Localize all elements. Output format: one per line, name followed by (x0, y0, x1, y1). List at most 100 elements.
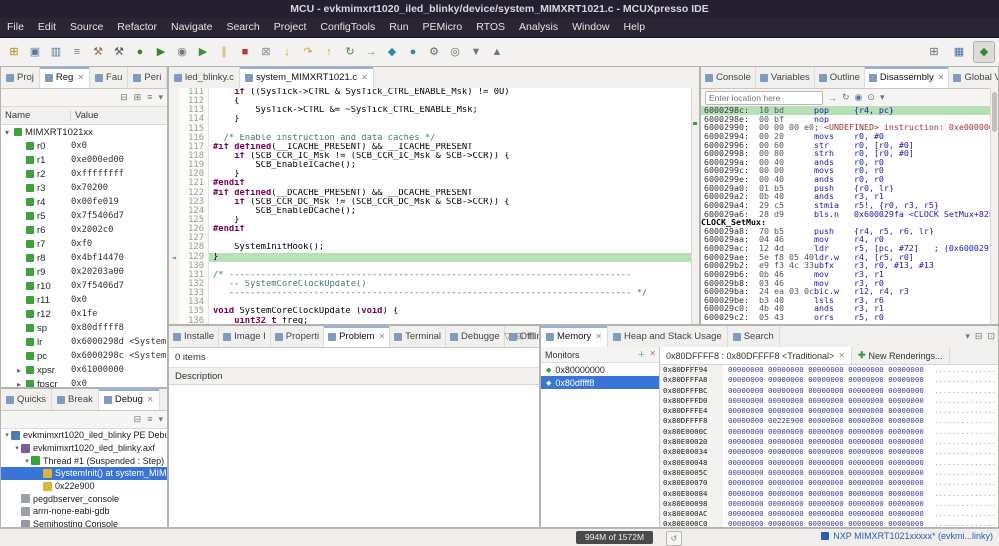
memory-row[interactable]: 0x80DFFFE4 00000000 00000000 00000000 00… (660, 406, 998, 417)
debug-tree-item[interactable]: 0x22e900 (1, 480, 167, 493)
debug-tree-item[interactable]: ▾ Thread #1 (Suspended : Step) (1, 454, 167, 467)
view-tab[interactable]: Memory ✕ (541, 326, 609, 347)
code-line[interactable]: 116 /* Enable instruction and data cache… (169, 133, 699, 143)
menu-item[interactable]: Refactor (110, 18, 164, 37)
expand-arrow[interactable]: ▸ (15, 366, 23, 375)
view-tab[interactable]: Break ✕ (52, 389, 99, 410)
memory-row[interactable]: 0x80DFFFF8 00000000 0022E900 00000000 00… (660, 416, 998, 427)
maximize-icon[interactable]: ⊡ (528, 331, 536, 342)
menu-item[interactable]: RTOS (469, 18, 512, 37)
close-icon[interactable]: ✕ (838, 351, 845, 360)
menu-item[interactable]: ConfigTools (313, 18, 382, 37)
code-line[interactable]: 117 #if defined(__ICACHE_PRESENT) && __I… (169, 142, 699, 152)
view-tab[interactable]: Problem ✕ (324, 326, 391, 347)
description-column-header[interactable]: Description (169, 367, 539, 385)
add-monitor-icon[interactable]: ＋ (637, 349, 645, 360)
view-tab[interactable]: Outline ✕ (815, 67, 865, 88)
menu-item[interactable]: Window (565, 18, 616, 37)
register-row[interactable]: lr 0x6000298d <SystemI (1, 335, 167, 349)
step-return-button[interactable]: ↑ (319, 42, 339, 62)
memory-words[interactable]: 00000000 00000000 00000000 00000000 0000… (723, 458, 934, 468)
step-into-button[interactable]: ↓ (277, 42, 297, 62)
memory-words[interactable]: 00000000 00000000 00000000 00000000 0000… (723, 499, 934, 509)
new-renderings-tab[interactable]: ✚ New Renderings... (852, 347, 950, 364)
memory-row[interactable]: 0x80E00070 00000000 00000000 00000000 00… (660, 478, 998, 489)
expand-arrow[interactable]: ▾ (3, 128, 11, 137)
register-row[interactable]: r10 0x7f5406d7 (1, 279, 167, 293)
register-row[interactable]: ▸ xpsr 0x61000000 (1, 363, 167, 377)
expand-arrow[interactable]: ▾ (23, 457, 31, 465)
memory-words[interactable]: 00000000 00000000 00000000 00000000 0000… (723, 386, 934, 396)
view-tab[interactable]: Reg ✕ (39, 67, 91, 88)
view-tab[interactable]: Properti ✕ (271, 326, 325, 347)
view-tab[interactable]: Debug ✕ (98, 389, 160, 410)
target-link[interactable]: NXP MIMXRT1021xxxxx* (evkmi...linky) (821, 531, 993, 541)
code-line[interactable]: 113 SysTick->CTRL &= ~SysTick_CTRL_ENABL… (169, 106, 699, 116)
view-tab[interactable]: Quicks ✕ (1, 389, 53, 410)
register-row[interactable]: sp 0x80dffff8 (1, 321, 167, 335)
view-menu-icon[interactable]: ▾ (880, 92, 885, 103)
search-button[interactable]: ◎ (445, 42, 465, 62)
settings-gear-button[interactable]: ⚙ (424, 42, 444, 62)
view-menu-icon[interactable]: ▾ (965, 331, 970, 342)
code-line[interactable]: 129 } (169, 252, 699, 262)
menu-item[interactable]: PEMicro (416, 18, 470, 37)
code-line[interactable]: 114 } (169, 115, 699, 125)
resume-button[interactable]: ▶ (193, 42, 213, 62)
code-line[interactable]: 127 (169, 234, 699, 244)
disassembly-listing[interactable]: 6000298c: 10 bd pop {r4, pc} 6000298e: 0… (701, 106, 998, 324)
close-icon[interactable]: ✕ (595, 332, 602, 341)
disconnect-button[interactable]: ⊠ (256, 42, 276, 62)
register-row[interactable]: r12 0x1fe (1, 307, 167, 321)
register-row[interactable]: r2 0xffffffff (1, 167, 167, 181)
column-name[interactable]: Name (1, 110, 71, 121)
close-icon[interactable]: ✕ (378, 332, 385, 341)
build-all-button[interactable]: ⚒ (109, 42, 129, 62)
debug-tree-item[interactable]: ▾ evkmimxrt1020_iled_blinky.axf (1, 442, 167, 455)
collapse-all-icon[interactable]: ⊟ (120, 92, 128, 103)
memory-row[interactable]: 0x80DFFFD0 00000000 00000000 00000000 00… (660, 395, 998, 407)
memory-words[interactable]: 00000000 00000000 00000000 00000000 0000… (723, 396, 934, 406)
register-row[interactable]: r4 0x00fe019 (1, 195, 167, 209)
view-tab[interactable]: Peri ✕ (128, 67, 167, 88)
perspective-develop-button[interactable]: ▦ (948, 41, 970, 63)
view-tab[interactable]: Fau ✕ (90, 67, 129, 88)
register-row[interactable]: ▸ fpscr 0x0 (1, 377, 167, 388)
print-button[interactable]: ≡ (67, 42, 87, 62)
memory-table[interactable]: 0x80DFFF94 00000000 00000000 00000000 00… (660, 365, 998, 527)
expand-arrow[interactable]: ▾ (3, 431, 11, 439)
code-line[interactable]: 135 void SystemCoreClockUpdate (void) { (169, 307, 699, 317)
register-row[interactable]: r7 0xf0 (1, 237, 167, 251)
memory-row[interactable]: 0x80E0005C 00000000 00000000 00000000 00… (660, 467, 998, 479)
pemicro-connection-button[interactable]: ◆ (382, 42, 402, 62)
location-input[interactable] (705, 90, 823, 105)
minimize-icon[interactable]: ▾ (158, 414, 163, 425)
profile-button[interactable]: ◉ (172, 42, 192, 62)
menu-item[interactable]: Run (382, 18, 415, 37)
memory-words[interactable]: 00000000 00000000 00000000 00000000 0000… (723, 406, 934, 416)
expand-arrow[interactable]: ▸ (15, 380, 23, 388)
memory-words[interactable]: 00000000 0022E900 00000000 00000000 0000… (723, 416, 934, 426)
memory-words[interactable]: 00000000 00000000 00000000 00000000 0000… (723, 427, 934, 437)
register-row[interactable]: r3 0x70200 (1, 181, 167, 195)
pin-icon[interactable]: ◉ (855, 92, 863, 103)
remove-monitor-icon[interactable]: ✕ (649, 349, 656, 360)
suspend-button[interactable]: ∥ (214, 42, 234, 62)
register-row[interactable]: r1 0xe000ed00 (1, 153, 167, 167)
instruction-stepping-button[interactable]: → (361, 42, 381, 62)
rendering-tab[interactable]: 0x80DFFFF8 : 0x80DFFFF8 <Traditional> ✕ (660, 347, 852, 364)
debug-tree-item[interactable]: pegdbserver_console (1, 492, 167, 505)
step-over-button[interactable]: ↷ (298, 42, 318, 62)
save-all-button[interactable]: ▥ (46, 42, 66, 62)
view-tab[interactable]: Installe ✕ (169, 326, 220, 347)
code-line[interactable]: 111 if ((SysTick->CTRL & SysTick_CTRL_EN… (169, 88, 699, 98)
garbage-collect-button[interactable]: ↺ (666, 531, 682, 546)
memory-row[interactable]: 0x80DFFFBC 00000000 00000000 00000000 00… (660, 385, 998, 396)
memory-row[interactable]: 0x80E00084 00000000 00000000 00000000 00… (660, 488, 998, 499)
debug-tree-item[interactable]: SystemInit() at system_MIMXRT10 (1, 467, 167, 480)
code-line[interactable]: 134 (169, 298, 699, 308)
memory-row[interactable]: 0x80E00098 00000000 00000000 00000000 00… (660, 498, 998, 510)
overview-ruler[interactable] (691, 88, 699, 324)
view-tab[interactable]: Disassembly ✕ (864, 67, 950, 88)
memory-row[interactable]: 0x80DFFFA8 00000000 00000000 00000000 00… (660, 375, 998, 386)
